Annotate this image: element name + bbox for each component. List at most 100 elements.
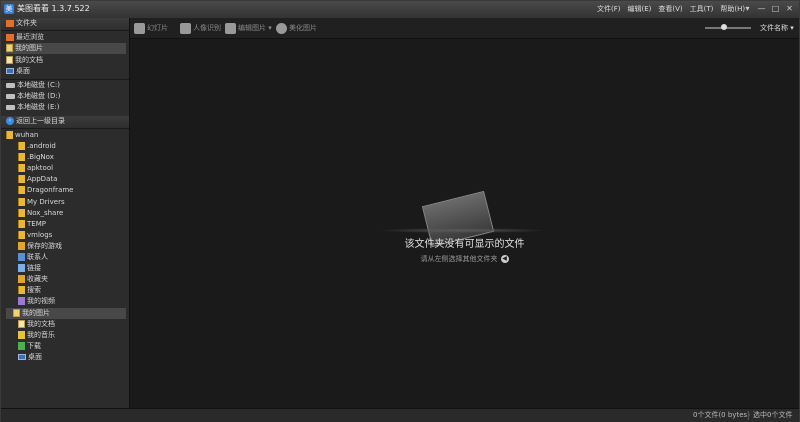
home-icon: [6, 33, 14, 41]
tree-item[interactable]: 联系人: [6, 252, 48, 263]
zoom-slider-handle[interactable]: [721, 24, 727, 30]
tree-item[interactable]: vmlogs: [6, 230, 52, 241]
back-bar: ‹ 返回上一级目录: [1, 116, 129, 129]
folder-icon: [18, 231, 25, 239]
tree-item[interactable]: TEMP: [6, 219, 46, 230]
tree-item[interactable]: 保存的游戏: [6, 241, 62, 252]
left-arrow-icon[interactable]: ◀: [500, 255, 509, 263]
menu-view[interactable]: 查看(V): [658, 4, 682, 14]
folder-icon: [18, 220, 25, 228]
tree-item[interactable]: .android: [6, 141, 56, 152]
edit-dropdown-icon[interactable]: ▾: [268, 24, 272, 32]
folder-icon: [18, 153, 25, 161]
documents-icon: [6, 56, 13, 64]
slideshow-icon: [134, 22, 145, 34]
edit-image-button[interactable]: 编辑图片 ▾: [225, 22, 272, 34]
quick-item-documents[interactable]: 我的文档: [6, 55, 43, 66]
quick-item-recent[interactable]: 最近浏览: [6, 32, 44, 43]
sort-dropdown[interactable]: 文件名称 ▾: [760, 22, 794, 34]
search-icon: [18, 286, 25, 294]
app-title: 美图看看 1.3.7.522: [17, 4, 90, 13]
close-icon[interactable]: ✕: [784, 3, 795, 14]
tree-item[interactable]: My Drivers: [6, 197, 65, 208]
empty-subtitle: 请从左侧选择其他文件夹 ◀: [420, 255, 509, 263]
window-controls: ▾ — □ ✕: [742, 3, 795, 14]
videos-icon: [18, 297, 25, 305]
beautify-icon: [276, 22, 287, 34]
saved-games-icon: [18, 242, 25, 250]
minimize-icon[interactable]: —: [756, 3, 767, 14]
empty-glow: [377, 228, 547, 233]
desktop-icon: [6, 68, 14, 74]
tree-item[interactable]: Nox_share: [6, 208, 63, 219]
slideshow-button[interactable]: 幻灯片: [134, 22, 168, 34]
face-recognition-icon: [180, 22, 191, 34]
status-file-count: 0个文件(0 bytes): [693, 411, 750, 419]
tree-item[interactable]: 我的文档: [6, 319, 55, 330]
menu-edit[interactable]: 编辑(E): [628, 4, 652, 14]
face-recognition-button[interactable]: 人像识别: [180, 22, 221, 34]
music-icon: [18, 331, 25, 339]
folder-header-label: 文件夹: [16, 19, 37, 27]
folder-header-icon: [6, 19, 14, 27]
pictures-icon: [13, 309, 20, 317]
drive-item-c[interactable]: 本地磁盘 (C:): [6, 80, 60, 91]
menu-file[interactable]: 文件(F): [597, 4, 621, 14]
dropdown-icon[interactable]: ▾: [742, 3, 753, 14]
folder-sidebar: 文件夹 最近浏览 我的图片 我的文档 桌面 本地磁盘 (C:) 本地磁盘 (D:…: [1, 18, 130, 408]
tree-item[interactable]: 收藏夹: [6, 274, 48, 285]
tree-item[interactable]: 搜索: [6, 285, 41, 296]
status-selected: 选中0个文件: [753, 411, 793, 419]
contacts-icon: [18, 253, 25, 261]
drive-item-d[interactable]: 本地磁盘 (D:): [6, 91, 60, 102]
folder-icon: [18, 142, 25, 150]
folder-icon: [18, 209, 25, 217]
documents-icon: [18, 320, 25, 328]
menu-tools[interactable]: 工具(T): [690, 4, 714, 14]
tree-item[interactable]: 我的视频: [6, 296, 55, 307]
empty-state: 该文件夹没有可显示的文件 请从左侧选择其他文件夹 ◀: [130, 38, 799, 408]
title-bar: 美 美图看看 1.3.7.522 文件(F) 编辑(E) 查看(V) 工具(T)…: [1, 1, 799, 19]
status-bar: 0个文件(0 bytes) 选中0个文件: [1, 408, 799, 422]
tree-item[interactable]: 桌面: [6, 352, 42, 363]
menu-bar: 文件(F) 编辑(E) 查看(V) 工具(T) 帮助(H): [597, 4, 745, 14]
back-button[interactable]: ‹ 返回上一级目录: [6, 116, 65, 127]
desktop-icon: [18, 354, 26, 360]
tree-item[interactable]: 我的图片: [6, 308, 126, 319]
tree-item[interactable]: 我的音乐: [6, 330, 55, 341]
folder-icon: [18, 164, 25, 172]
edit-image-icon: [225, 22, 236, 34]
tree-item[interactable]: apktool: [6, 163, 53, 174]
maximize-icon[interactable]: □: [770, 3, 781, 14]
tree-item[interactable]: .BigNox: [6, 152, 54, 163]
app-icon: 美: [4, 4, 14, 14]
tree-item[interactable]: 下载: [6, 341, 41, 352]
drive-icon: [6, 93, 15, 99]
favorites-icon: [18, 275, 25, 283]
folder-panel-header: 文件夹: [1, 18, 129, 31]
pictures-icon: [6, 44, 13, 52]
folder-icon: [18, 186, 25, 194]
drive-icon: [6, 82, 15, 88]
quick-item-desktop[interactable]: 桌面: [6, 66, 30, 77]
beautify-image-button[interactable]: 美化图片: [276, 22, 317, 34]
tree-item[interactable]: 链接: [6, 263, 41, 274]
status-divider: [748, 411, 749, 420]
folder-icon: [18, 175, 25, 183]
links-icon: [18, 264, 25, 272]
quick-item-pictures[interactable]: 我的图片: [6, 43, 126, 54]
drive-icon: [6, 104, 15, 110]
tree-item[interactable]: AppData: [6, 174, 57, 185]
toolbar: 幻灯片 人像识别 编辑图片 ▾ 美化图片 文件名称 ▾: [130, 18, 799, 39]
main-view: 幻灯片 人像识别 编辑图片 ▾ 美化图片 文件名称 ▾ 该文件夹没有可显示的文件: [130, 18, 799, 408]
app-window: 美 美图看看 1.3.7.522 文件(F) 编辑(E) 查看(V) 工具(T)…: [0, 0, 800, 422]
folder-icon: [6, 131, 13, 139]
folder-icon: [18, 198, 25, 206]
tree-item[interactable]: Dragonframe: [6, 185, 73, 196]
tree-root[interactable]: wuhan: [6, 130, 38, 141]
zoom-slider-track[interactable]: [705, 27, 751, 29]
drive-item-e[interactable]: 本地磁盘 (E:): [6, 102, 59, 113]
chevron-down-icon: ▾: [790, 24, 794, 32]
empty-title: 该文件夹没有可显示的文件: [404, 239, 525, 250]
downloads-icon: [18, 342, 25, 350]
